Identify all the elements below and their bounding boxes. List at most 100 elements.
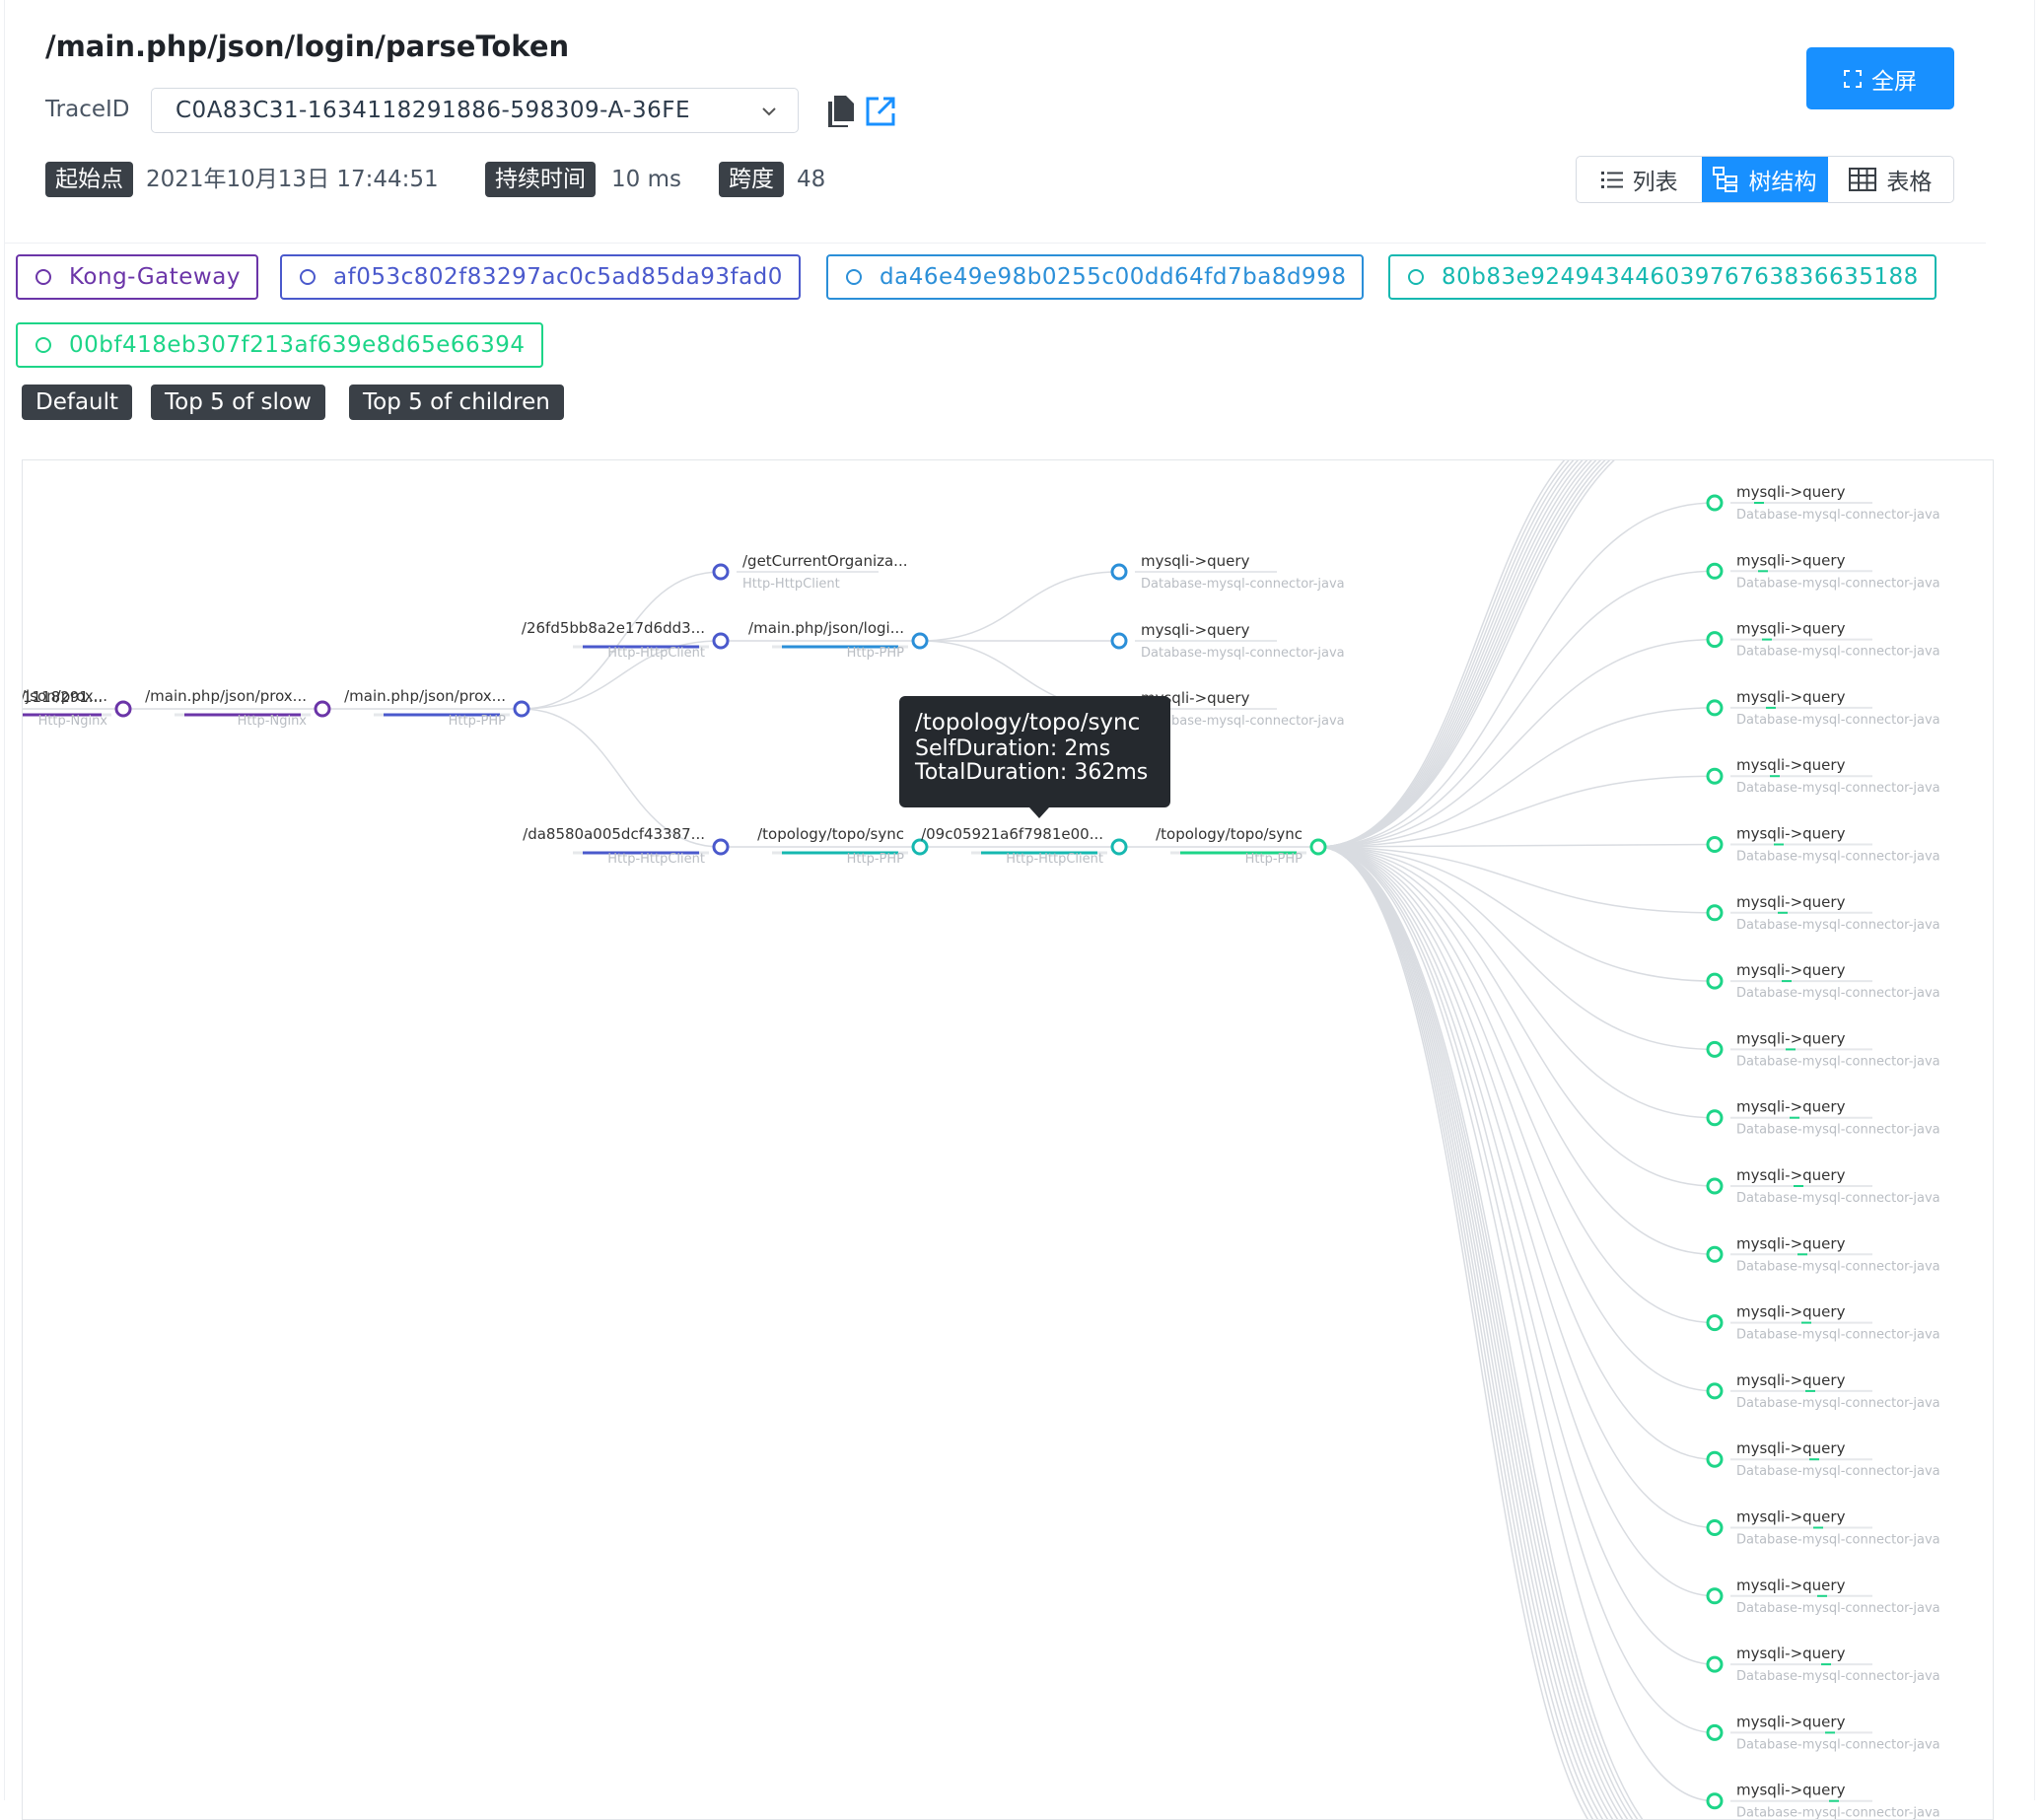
leaf-circle-icon <box>1706 562 1724 580</box>
tree-link-leaf <box>1317 846 1716 1734</box>
leaf-circle-icon <box>1706 904 1724 922</box>
node-label: /main.php/json/prox... <box>344 687 506 705</box>
span-count-badge: 跨度 <box>719 162 784 197</box>
node-circle-icon <box>712 632 730 650</box>
node-type-label: Database-mysql-connector-java <box>1141 714 1345 729</box>
leaf-type-label: Database-mysql-connector-java <box>1736 1601 1940 1616</box>
service-tag-label: 80b83e92494344603976763836635188 <box>1442 264 1919 290</box>
leaf-type-label: Database-mysql-connector-java <box>1736 1669 1940 1684</box>
leaf-circle-icon <box>1706 1792 1724 1810</box>
node-label: /getCurrentOrganiza... <box>742 552 908 570</box>
node-circle-icon <box>513 700 530 718</box>
leaf-label: mysqli->query <box>1736 1713 1846 1730</box>
trace-tree-graph[interactable]: 1118291.../main.php/json/prox...Http-Ngi… <box>23 460 1994 1820</box>
leaf-type-label: Database-mysql-connector-java <box>1736 1054 1940 1069</box>
leaf-type-label: Database-mysql-connector-java <box>1736 986 1940 1001</box>
tree-icon <box>1713 167 1738 192</box>
leaf-circle-icon <box>1706 1109 1724 1127</box>
service-tag[interactable]: af053c802f83297ac0c5ad85da93fad0 <box>280 254 801 300</box>
leaf-circle-icon <box>1706 1519 1724 1536</box>
traceid-label: TraceID <box>45 97 130 122</box>
view-tree-button[interactable]: 树结构 <box>1702 157 1828 202</box>
leaf-type-label: Database-mysql-connector-java <box>1736 1806 1940 1820</box>
leaf-type-label: Database-mysql-connector-java <box>1736 918 1940 933</box>
leaf-circle-icon <box>1706 631 1724 649</box>
leaf-label: mysqli->query <box>1736 1439 1846 1457</box>
tree-link-leaf <box>1317 460 1611 848</box>
fullscreen-button[interactable]: 全屏 <box>1806 47 1954 109</box>
node-label: /main.php/json/prox... <box>145 687 307 705</box>
node-type-label: Http-Nginx <box>238 714 308 729</box>
mode-top5-slow-button[interactable]: Top 5 of slow <box>151 385 325 420</box>
node-type-label: Http-Nginx <box>38 714 108 729</box>
leaf-type-label: Database-mysql-connector-java <box>1736 850 1940 865</box>
node-type-label: Database-mysql-connector-java <box>1141 577 1345 592</box>
leaf-circle-icon <box>1706 1723 1724 1741</box>
node-label: /topology/topo/sync <box>1156 825 1303 843</box>
header-divider <box>4 243 1986 244</box>
node-type-label: Http-PHP <box>847 646 905 661</box>
leaf-label: mysqli->query <box>1736 1645 1846 1662</box>
tree-link-leaf <box>1317 570 1716 848</box>
tree-link-leaf <box>1317 775 1716 848</box>
node-circle-icon <box>712 838 730 856</box>
leaf-label: mysqli->query <box>1736 551 1846 569</box>
leaf-type-label: Database-mysql-connector-java <box>1736 1123 1940 1138</box>
leaf-label: mysqli->query <box>1736 688 1846 706</box>
span-count-value: 48 <box>797 167 826 192</box>
traceid-select[interactable]: C0A83C31-1634118291886-598309-A-36FE <box>151 88 799 133</box>
service-tag[interactable]: 00bf418eb307f213af639e8d65e66394 <box>16 322 543 368</box>
service-tag-kong-gateway[interactable]: Kong-Gateway <box>16 254 258 300</box>
leaf-type-label: Database-mysql-connector-java <box>1736 1737 1940 1752</box>
node-label: mysqli->query <box>1141 621 1250 639</box>
leaf-type-label: Database-mysql-connector-java <box>1736 508 1940 523</box>
node-label: /da8580a005dcf43387... <box>523 825 705 843</box>
leaf-circle-icon <box>1706 1587 1724 1605</box>
external-link-icon[interactable] <box>865 96 896 127</box>
circle-icon <box>35 337 51 353</box>
service-tag[interactable]: 80b83e92494344603976763836635188 <box>1388 254 1937 300</box>
node-type-label: Http-PHP <box>847 852 905 867</box>
tree-link-leaf <box>1317 846 1716 1802</box>
trace-tree-panel[interactable]: 1118291.../main.php/json/prox...Http-Ngi… <box>22 459 1994 1820</box>
view-table-button[interactable]: 表格 <box>1828 157 1953 202</box>
tooltip-self-duration: SelfDuration: 2ms <box>915 736 1111 761</box>
view-tree-label: 树结构 <box>1748 170 1817 195</box>
leaf-label: mysqli->query <box>1736 1166 1846 1184</box>
page-title: /main.php/json/login/parseToken <box>45 30 570 63</box>
leaf-label: mysqli->query <box>1736 1576 1846 1594</box>
service-tag[interactable]: da46e49e98b0255c00dd64fd7ba8d998 <box>826 254 1365 300</box>
leaf-circle-icon <box>1706 767 1724 785</box>
leaf-type-label: Database-mysql-connector-java <box>1736 1328 1940 1343</box>
service-tag-label: da46e49e98b0255c00dd64fd7ba8d998 <box>880 264 1347 290</box>
leaf-circle-icon <box>1706 1177 1724 1195</box>
leaf-circle-icon <box>1706 1245 1724 1263</box>
mode-top5-children-button[interactable]: Top 5 of children <box>349 385 564 420</box>
view-list-button[interactable]: 列表 <box>1577 157 1702 202</box>
leaf-label: mysqli->query <box>1736 756 1846 774</box>
view-list-label: 列表 <box>1632 170 1678 195</box>
copy-icon[interactable] <box>828 96 854 127</box>
leaf-label: mysqli->query <box>1736 1371 1846 1389</box>
node-type-label: Http-HttpClient <box>1006 852 1103 867</box>
tree-link-leaf <box>1317 638 1716 848</box>
leaf-type-label: Database-mysql-connector-java <box>1736 1396 1940 1411</box>
leaf-label: mysqli->query <box>1736 961 1846 979</box>
mode-default-button[interactable]: Default <box>22 385 133 420</box>
tree-link-leaf <box>1317 846 1634 1819</box>
duration-value: 10 ms <box>611 167 681 192</box>
start-time-badge: 起始点 <box>45 162 133 197</box>
tree-link <box>919 571 1120 642</box>
tree-link-leaf <box>1317 846 1716 1392</box>
view-switcher: 列表 树结构 表格 <box>1576 156 1954 203</box>
tooltip-total-duration: TotalDuration: 362ms <box>915 760 1149 785</box>
leaf-type-label: Database-mysql-connector-java <box>1736 1533 1940 1548</box>
node-circle-icon <box>1110 563 1128 581</box>
tree-link-leaf <box>1317 846 1716 1324</box>
leaf-type-label: Database-mysql-connector-java <box>1736 713 1940 728</box>
node-circle-icon <box>1309 838 1327 856</box>
node-circle-icon <box>1110 632 1128 650</box>
traceid-value: C0A83C31-1634118291886-598309-A-36FE <box>176 98 691 123</box>
node-label: mysqli->query <box>1141 552 1250 570</box>
tooltip-title: /topology/topo/sync <box>915 710 1141 735</box>
